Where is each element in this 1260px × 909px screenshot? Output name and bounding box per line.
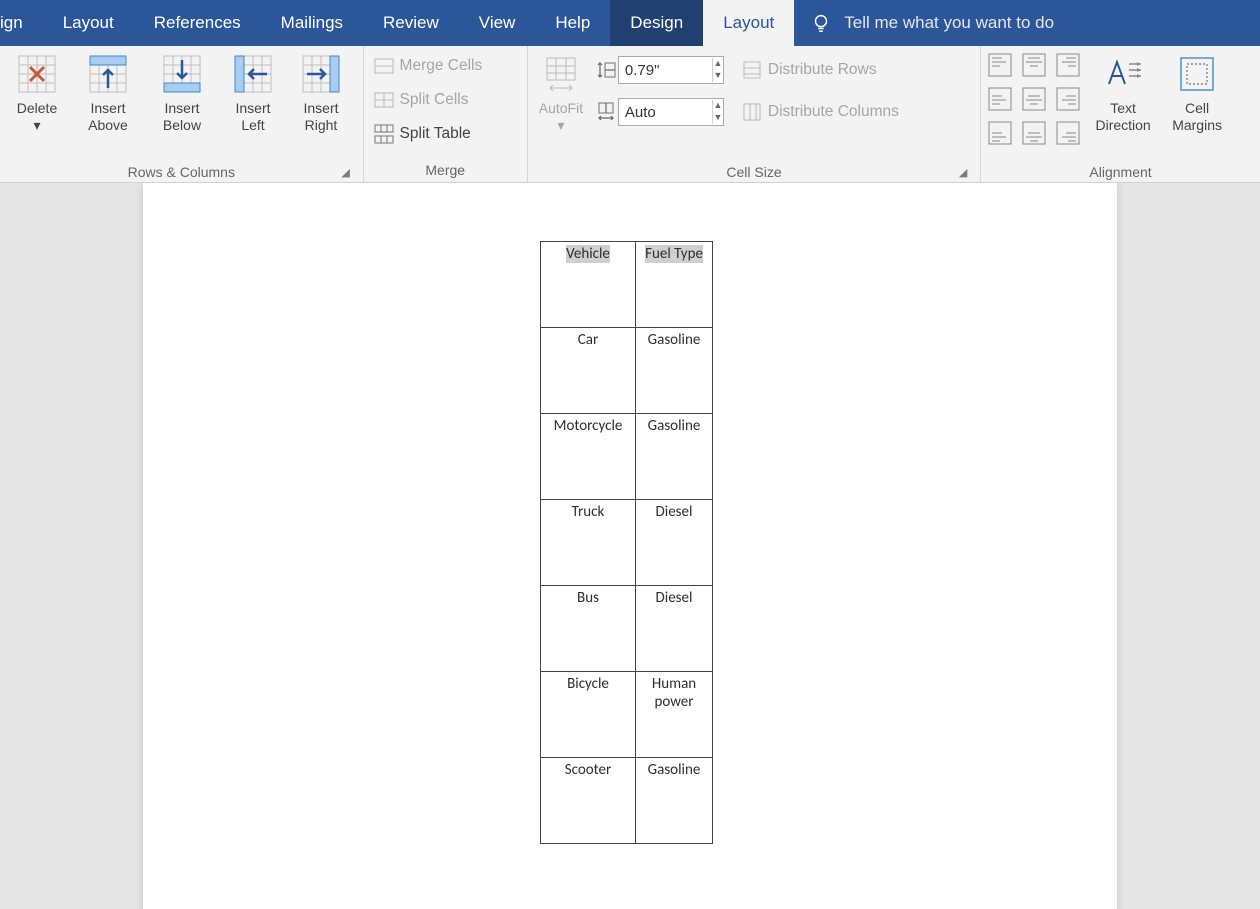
tab-table-design[interactable]: Design xyxy=(610,0,703,46)
col-width-input[interactable]: Auto ▲▼ xyxy=(618,98,724,126)
delete-button[interactable]: Delete▾ xyxy=(6,50,68,162)
cell-margins-button[interactable]: Cell Margins xyxy=(1163,50,1231,162)
delete-icon xyxy=(17,54,57,94)
ribbon-tabs: ign Layout References Mailings Review Vi… xyxy=(0,0,1260,46)
split-cells-button[interactable]: Split Cells xyxy=(370,86,487,114)
table-row[interactable]: Car Gasoline xyxy=(541,328,713,414)
tab-design-partial[interactable]: ign xyxy=(0,0,43,46)
text-direction-icon xyxy=(1103,54,1143,94)
lightbulb-icon xyxy=(810,12,832,34)
ribbon: Delete▾ Insert Above Insert Below xyxy=(0,46,1260,183)
dialog-launcher-icon[interactable]: ◢ xyxy=(956,166,970,180)
insert-right-icon xyxy=(301,54,341,94)
table-cell[interactable]: Truck xyxy=(541,500,636,586)
cell-margins-label: Cell Margins xyxy=(1172,100,1222,134)
col-width-icon xyxy=(594,102,614,122)
table-cell[interactable]: Scooter xyxy=(541,758,636,844)
align-top-right-button[interactable] xyxy=(1055,52,1083,80)
tell-me-search[interactable]: Tell me what you want to do xyxy=(794,0,1070,46)
insert-left-icon xyxy=(233,54,273,94)
table-cell[interactable]: Motorcycle xyxy=(541,414,636,500)
table-row[interactable]: Scooter Gasoline xyxy=(541,758,713,844)
tell-me-label: Tell me what you want to do xyxy=(844,13,1054,33)
align-center-left-button[interactable] xyxy=(987,86,1015,114)
table-row[interactable]: Bus Diesel xyxy=(541,586,713,672)
merge-cells-icon xyxy=(374,56,394,76)
insert-above-label: Insert Above xyxy=(88,100,128,134)
align-bottom-right-button[interactable] xyxy=(1055,120,1083,148)
tab-mailings[interactable]: Mailings xyxy=(261,0,363,46)
page[interactable]: Vehicle Fuel Type Car Gasoline Motorcycl… xyxy=(143,183,1117,909)
document-table[interactable]: Vehicle Fuel Type Car Gasoline Motorcycl… xyxy=(540,241,713,844)
group-label-rows-cols: Rows & Columns ◢ xyxy=(6,162,357,182)
table-cell[interactable]: Gasoline xyxy=(636,414,713,500)
table-cell[interactable]: Bus xyxy=(541,586,636,672)
group-merge: Merge Cells Split Cells Split Table Merg… xyxy=(364,46,528,182)
group-alignment: Text Direction Cell Margins Alignment xyxy=(981,46,1260,182)
table-row[interactable]: Vehicle Fuel Type xyxy=(541,242,713,328)
text-direction-label: Text Direction xyxy=(1095,100,1150,134)
tab-review[interactable]: Review xyxy=(363,0,459,46)
group-cell-size: AutoFit▾ 0.79" ▲▼ Au xyxy=(528,46,981,182)
insert-below-icon xyxy=(162,54,202,94)
align-top-center-button[interactable] xyxy=(1021,52,1049,80)
table-header-cell[interactable]: Vehicle xyxy=(541,242,636,328)
distribute-cols-icon xyxy=(742,102,762,122)
table-cell[interactable]: Bicycle xyxy=(541,672,636,758)
table-cell[interactable]: Car xyxy=(541,328,636,414)
alignment-grid xyxy=(987,50,1083,148)
group-label-alignment: Alignment xyxy=(987,162,1254,182)
align-center-center-button[interactable] xyxy=(1021,86,1049,114)
dialog-launcher-icon[interactable]: ◢ xyxy=(339,166,353,180)
split-table-button[interactable]: Split Table xyxy=(370,120,487,148)
spinner-buttons[interactable]: ▲▼ xyxy=(712,100,723,124)
table-row[interactable]: Motorcycle Gasoline xyxy=(541,414,713,500)
align-center-right-button[interactable] xyxy=(1055,86,1083,114)
insert-left-button[interactable]: Insert Left xyxy=(222,50,284,162)
table-header-cell[interactable]: Fuel Type xyxy=(636,242,713,328)
split-table-icon xyxy=(374,124,394,144)
autofit-button[interactable]: AutoFit▾ xyxy=(534,50,588,162)
tab-table-layout[interactable]: Layout xyxy=(703,0,794,46)
group-rows-columns: Delete▾ Insert Above Insert Below xyxy=(0,46,364,182)
insert-right-label: Insert Right xyxy=(303,100,338,134)
table-cell[interactable]: Diesel xyxy=(636,586,713,672)
distribute-cols-button[interactable]: Distribute Columns xyxy=(738,98,903,126)
autofit-icon xyxy=(541,54,581,94)
align-top-left-button[interactable] xyxy=(987,52,1015,80)
table-cell[interactable]: Human power xyxy=(636,672,713,758)
group-label-merge: Merge xyxy=(370,160,521,180)
insert-left-label: Insert Left xyxy=(235,100,270,134)
insert-above-button[interactable]: Insert Above xyxy=(74,50,142,162)
tab-layout[interactable]: Layout xyxy=(43,0,134,46)
align-bottom-left-button[interactable] xyxy=(987,120,1015,148)
insert-below-button[interactable]: Insert Below xyxy=(148,50,216,162)
tab-references[interactable]: References xyxy=(134,0,261,46)
distribute-rows-icon xyxy=(742,60,762,80)
table-cell[interactable]: Gasoline xyxy=(636,328,713,414)
merge-cells-button[interactable]: Merge Cells xyxy=(370,52,487,80)
insert-below-label: Insert Below xyxy=(163,100,201,134)
document-area[interactable]: Vehicle Fuel Type Car Gasoline Motorcycl… xyxy=(0,183,1260,909)
align-bottom-center-button[interactable] xyxy=(1021,120,1049,148)
distribute-rows-button[interactable]: Distribute Rows xyxy=(738,56,903,84)
table-row[interactable]: Truck Diesel xyxy=(541,500,713,586)
spinner-buttons[interactable]: ▲▼ xyxy=(712,58,723,82)
row-height-input[interactable]: 0.79" ▲▼ xyxy=(618,56,724,84)
insert-above-icon xyxy=(88,54,128,94)
delete-label: Delete▾ xyxy=(17,100,57,134)
table-cell[interactable]: Gasoline xyxy=(636,758,713,844)
split-cells-icon xyxy=(374,90,394,110)
cell-margins-icon xyxy=(1177,54,1217,94)
text-direction-button[interactable]: Text Direction xyxy=(1089,50,1157,162)
group-label-cell-size: Cell Size ◢ xyxy=(534,162,974,182)
autofit-label: AutoFit▾ xyxy=(539,100,583,134)
tab-help[interactable]: Help xyxy=(535,0,610,46)
table-row[interactable]: Bicycle Human power xyxy=(541,672,713,758)
table-cell[interactable]: Diesel xyxy=(636,500,713,586)
tab-view[interactable]: View xyxy=(459,0,536,46)
insert-right-button[interactable]: Insert Right xyxy=(290,50,352,162)
row-height-icon xyxy=(594,60,614,80)
